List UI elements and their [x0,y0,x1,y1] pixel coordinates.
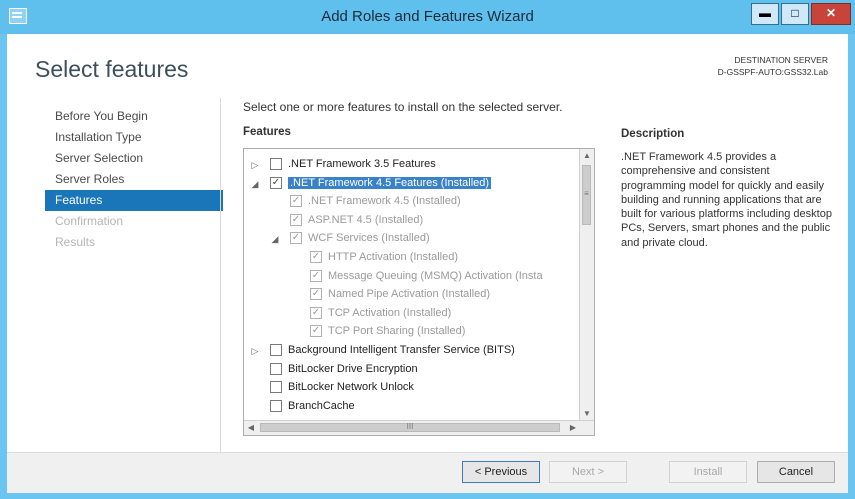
feature-row[interactable]: BitLocker Drive Encryption [244,361,584,379]
destination-server-name: D-GSSPF-AUTO:GSS32.Lab [717,67,828,77]
feature-row[interactable]: BitLocker Network Unlock [244,379,584,397]
feature-checkbox[interactable] [270,344,282,356]
feature-label[interactable]: Message Queuing (MSMQ) Activation (Insta [328,270,543,282]
scroll-right-arrow-icon[interactable]: ▶ [566,421,580,435]
feature-row[interactable]: ◢ ✓ WCF Services (Installed) [244,230,584,248]
feature-checkbox[interactable]: ✓ [270,176,282,189]
feature-label[interactable]: TCP Activation (Installed) [328,307,451,319]
minimize-button[interactable]: ▬ [751,3,779,25]
wizard-window: Add Roles and Features Wizard ▬ □ ✕ Sele… [0,0,855,499]
collapse-arrow-icon[interactable]: ◢ [250,178,260,190]
feature-row[interactable]: ✓ HTTP Activation (Installed) [244,249,584,267]
nav-item-server-roles[interactable]: Server Roles [45,169,223,190]
nav-item-server-selection[interactable]: Server Selection [45,148,223,169]
nav-item-results: Results [55,235,96,249]
horizontal-scroll-thumb[interactable]: III [260,423,560,432]
nav-item-confirmation: Confirmation [55,214,124,228]
description-text: .NET Framework 4.5 provides a comprehens… [621,151,832,249]
feature-checkbox[interactable] [270,362,282,375]
destination-label: DESTINATION SERVER [734,55,828,65]
feature-row[interactable]: ✓ .NET Framework 4.5 (Installed) [244,193,584,211]
maximize-button[interactable]: □ [781,3,809,25]
collapse-arrow-icon[interactable]: ◢ [270,233,280,245]
feature-checkbox[interactable]: ✓ [290,213,302,226]
nav-item-installation-type[interactable]: Installation Type [45,127,223,148]
install-button[interactable]: Install [669,461,747,483]
feature-label[interactable]: Named Pipe Activation (Installed) [328,288,490,300]
next-button[interactable]: Next > [549,461,627,483]
scroll-down-arrow-icon[interactable]: ▼ [580,407,594,421]
feature-checkbox[interactable]: ✓ [310,325,322,338]
feature-label[interactable]: .NET Framework 4.5 Features (Installed) [288,176,492,189]
feature-row[interactable]: ✓ TCP Activation (Installed) [244,305,584,323]
feature-row[interactable]: ▷ .NET Framework 3.5 Features [244,156,584,174]
feature-row[interactable]: BranchCache [244,398,584,416]
feature-label[interactable]: WCF Services (Installed) [308,232,430,244]
window-title: Add Roles and Features Wizard [321,8,534,25]
horizontal-scrollbar[interactable]: ◀ III ▶ [244,420,594,435]
feature-label[interactable]: BitLocker Network Unlock [288,381,414,393]
vertical-scrollbar[interactable]: ▲ ≡ ▼ [579,149,594,421]
feature-checkbox[interactable] [270,381,282,394]
feature-label[interactable]: BitLocker Drive Encryption [288,363,418,375]
wizard-content: Select features DESTINATION SERVER D-GSS… [7,34,848,493]
button-bar: < Previous Next > Install Cancel [7,452,848,493]
instruction-text: Select one or more features to install o… [243,100,563,114]
feature-checkbox[interactable]: ✓ [310,251,322,263]
feature-label[interactable]: HTTP Activation (Installed) [328,251,458,263]
cancel-button[interactable]: Cancel [757,461,835,483]
feature-label[interactable]: TCP Port Sharing (Installed) [328,325,465,337]
feature-row[interactable]: ▷ Background Intelligent Transfer Service… [244,342,584,360]
feature-label[interactable]: ASP.NET 4.5 (Installed) [308,214,423,226]
expand-arrow-icon[interactable]: ▷ [250,159,260,171]
feature-label[interactable]: .NET Framework 4.5 (Installed) [308,195,461,207]
feature-label[interactable]: Background Intelligent Transfer Service … [288,344,515,356]
description-heading: Description [621,128,685,140]
wizard-steps-nav: Before You Begin Installation Type Server … [45,106,223,253]
feature-checkbox[interactable]: ✓ [310,306,322,319]
nav-divider [220,98,221,468]
feature-checkbox[interactable]: ✓ [290,195,302,208]
scroll-up-arrow-icon[interactable]: ▲ [580,149,594,163]
scroll-left-arrow-icon[interactable]: ◀ [244,421,258,435]
feature-row[interactable]: ◢ ✓ .NET Framework 4.5 Features (Installed… [244,175,584,193]
feature-row[interactable]: ✓ Message Queuing (MSMQ) Activation (Inst… [244,268,584,286]
page-title: Select features [35,56,189,82]
close-button[interactable]: ✕ [811,3,851,25]
nav-item-before-you-begin[interactable]: Before You Begin [45,106,223,127]
expand-arrow-icon[interactable]: ▷ [250,345,260,357]
features-heading: Features [243,126,291,138]
feature-row[interactable]: ✓ TCP Port Sharing (Installed) [244,323,584,341]
title-bar[interactable]: Add Roles and Features Wizard ▬ □ ✕ [0,0,855,34]
feature-checkbox[interactable] [270,158,282,170]
destination-server-info: DESTINATION SERVER D-GSSPF-AUTO:GSS32.La… [718,54,828,78]
features-tree[interactable]: BranchCache BitLocker Network Unlock BitLo… [243,148,595,436]
feature-checkbox[interactable]: ✓ [310,288,322,301]
feature-checkbox[interactable] [270,399,282,412]
feature-checkbox[interactable]: ✓ [290,232,302,245]
nav-item-features[interactable]: Features [45,190,223,211]
feature-label[interactable]: .NET Framework 3.5 Features [288,158,436,170]
feature-row[interactable]: ✓ ASP.NET 4.5 (Installed) [244,212,584,230]
vertical-scroll-thumb[interactable]: ≡ [582,165,591,225]
feature-row[interactable]: ✓ Named Pipe Activation (Installed) [244,286,584,304]
previous-button[interactable]: < Previous [462,461,540,483]
feature-checkbox[interactable]: ✓ [310,269,322,282]
feature-label[interactable]: BranchCache [288,400,355,412]
